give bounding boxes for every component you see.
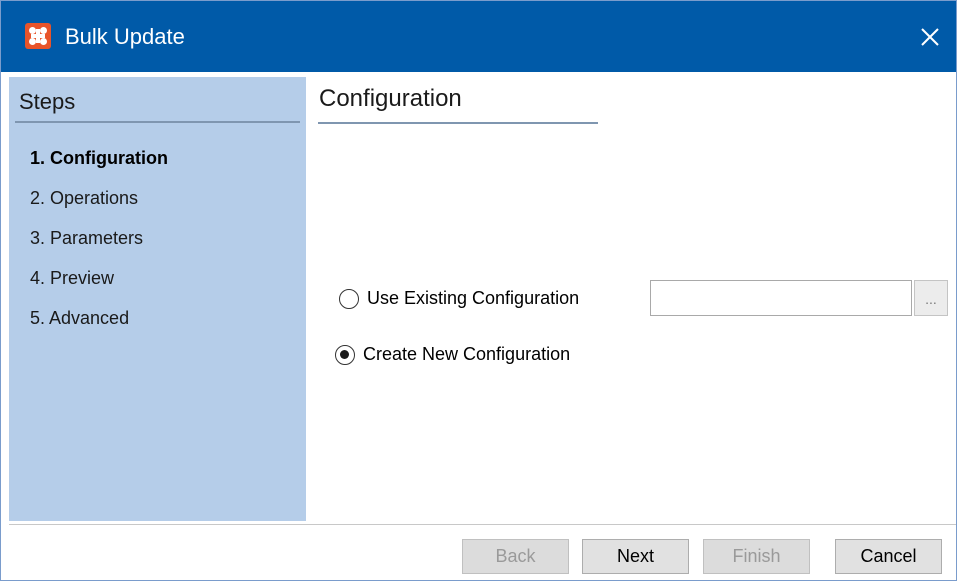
title-divider — [318, 122, 598, 124]
steps-divider — [15, 121, 300, 123]
close-button[interactable] — [904, 1, 956, 72]
create-new-option[interactable]: Create New Configuration — [335, 344, 570, 365]
steps-sidebar: Steps 1. Configuration 2. Operations 3. … — [9, 77, 306, 521]
use-existing-label: Use Existing Configuration — [367, 288, 580, 308]
use-existing-radio[interactable] — [339, 288, 359, 309]
bulk-update-dialog: Bulk Update Steps 1. Configuration 2. Op… — [0, 0, 957, 581]
footer-divider — [9, 524, 956, 525]
step-operations: 2. Operations — [30, 188, 139, 208]
create-new-radio[interactable] — [335, 344, 355, 365]
cancel-button[interactable]: Cancel — [835, 539, 942, 574]
create-new-label: Create New Configuration — [363, 344, 571, 364]
title-bar: Bulk Update — [1, 1, 956, 72]
page-title: Configuration — [319, 85, 462, 112]
finish-button[interactable]: Finish — [703, 539, 810, 574]
browse-button[interactable]: ... — [914, 280, 948, 316]
step-advanced: 5. Advanced — [30, 308, 130, 328]
back-button[interactable]: Back — [462, 539, 569, 574]
steps-list: 1. Configuration 2. Operations 3. Parame… — [30, 145, 168, 345]
use-existing-option[interactable]: Use Existing Configuration — [339, 288, 579, 309]
next-button[interactable]: Next — [582, 539, 689, 574]
steps-heading: Steps — [19, 89, 76, 114]
close-icon — [921, 27, 939, 46]
app-logo-icon — [25, 23, 51, 49]
window-title: Bulk Update — [65, 24, 185, 49]
step-preview: 4. Preview — [30, 268, 115, 288]
step-parameters: 3. Parameters — [30, 228, 144, 248]
existing-config-input[interactable] — [650, 280, 912, 316]
step-configuration: 1. Configuration — [30, 148, 168, 168]
